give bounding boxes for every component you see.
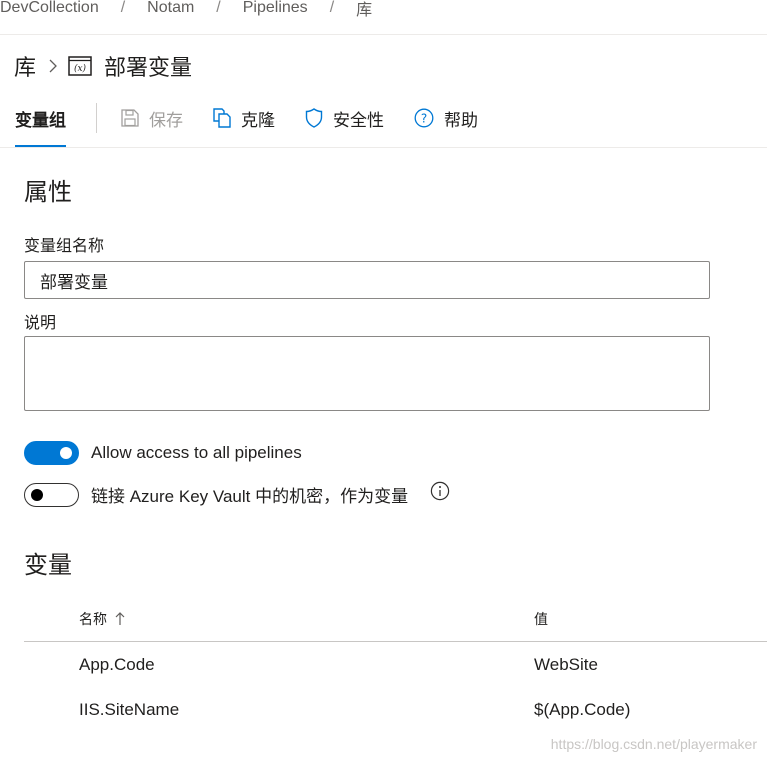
column-name-label: 名称 xyxy=(79,610,107,627)
table-row[interactable]: App.Code WebSite xyxy=(24,642,767,687)
key-vault-label: 链接 Azure Key Vault 中的机密，作为变量 xyxy=(91,487,409,506)
variable-name: IIS.SiteName xyxy=(79,699,180,719)
help-label: 帮助 xyxy=(444,110,478,130)
clone-icon xyxy=(213,108,231,128)
key-vault-toggle[interactable] xyxy=(24,482,79,507)
info-icon[interactable] xyxy=(430,481,450,501)
variable-group-icon: (x) xyxy=(68,56,92,76)
tab-variable-group[interactable]: 变量组 xyxy=(15,98,66,148)
library-link[interactable]: 库 xyxy=(14,50,36,82)
variable-name: App.Code xyxy=(79,654,155,674)
page-title: 库 (x) 部署变量 xyxy=(14,50,192,82)
allow-access-row: Allow access to all pipelines xyxy=(24,441,302,465)
security-label: 安全性 xyxy=(333,110,384,130)
help-button[interactable]: ? 帮助 xyxy=(414,106,478,131)
properties-heading: 属性 xyxy=(24,179,72,206)
key-vault-row: 链接 Azure Key Vault 中的机密，作为变量 xyxy=(24,481,450,507)
toolbar-underline xyxy=(0,147,767,148)
toolbar: 变量组 保存 克隆 安全性 ? 帮助 xyxy=(0,98,508,148)
toggle-knob xyxy=(60,447,72,459)
breadcrumb-separator: / xyxy=(216,0,221,16)
header-divider xyxy=(0,34,767,35)
description-textarea[interactable] xyxy=(24,336,710,411)
svg-text:?: ? xyxy=(421,112,427,126)
breadcrumb-separator: / xyxy=(120,0,126,16)
breadcrumb-item-collection[interactable]: DevCollection xyxy=(0,0,99,17)
allow-access-label: Allow access to all pipelines xyxy=(91,443,302,462)
clone-button[interactable]: 克隆 xyxy=(213,106,275,131)
variables-table: 名称 值 App.Code WebSite IIS.SiteName $(App… xyxy=(24,596,767,732)
help-circle-icon: ? xyxy=(414,108,434,128)
breadcrumb-item-project[interactable]: Notam xyxy=(147,0,194,17)
save-label: 保存 xyxy=(149,110,183,130)
clone-label: 克隆 xyxy=(241,110,275,130)
group-name-input[interactable] xyxy=(24,261,710,299)
description-label: 说明 xyxy=(24,315,57,332)
allow-access-toggle[interactable] xyxy=(24,441,79,465)
breadcrumb-item-library[interactable]: 库 xyxy=(356,0,372,20)
group-name-label: 变量组名称 xyxy=(24,238,105,255)
variables-heading: 变量 xyxy=(24,552,72,579)
toggle-knob xyxy=(31,488,43,501)
table-header: 名称 值 xyxy=(24,596,767,642)
column-header-name[interactable]: 名称 xyxy=(79,609,534,629)
save-button[interactable]: 保存 xyxy=(121,106,183,131)
save-icon xyxy=(121,109,139,127)
table-row[interactable]: IIS.SiteName $(App.Code) xyxy=(24,687,767,732)
column-header-value[interactable]: 值 xyxy=(534,609,548,629)
variable-value: WebSite xyxy=(534,654,598,674)
watermark: https://blog.csdn.net/playermaker xyxy=(550,736,757,752)
toolbar-divider xyxy=(96,103,97,133)
variable-value: $(App.Code) xyxy=(534,699,631,719)
security-button[interactable]: 安全性 xyxy=(305,106,384,131)
sort-ascending-icon xyxy=(115,611,125,626)
svg-text:(x): (x) xyxy=(74,63,87,74)
variable-group-title: 部署变量 xyxy=(104,55,193,80)
shield-icon xyxy=(305,108,323,128)
breadcrumb: DevCollection / Notam / Pipelines / 库 xyxy=(0,0,372,22)
breadcrumb-item-pipelines[interactable]: Pipelines xyxy=(243,0,308,17)
chevron-right-icon xyxy=(48,59,58,73)
breadcrumb-separator: / xyxy=(329,0,335,16)
